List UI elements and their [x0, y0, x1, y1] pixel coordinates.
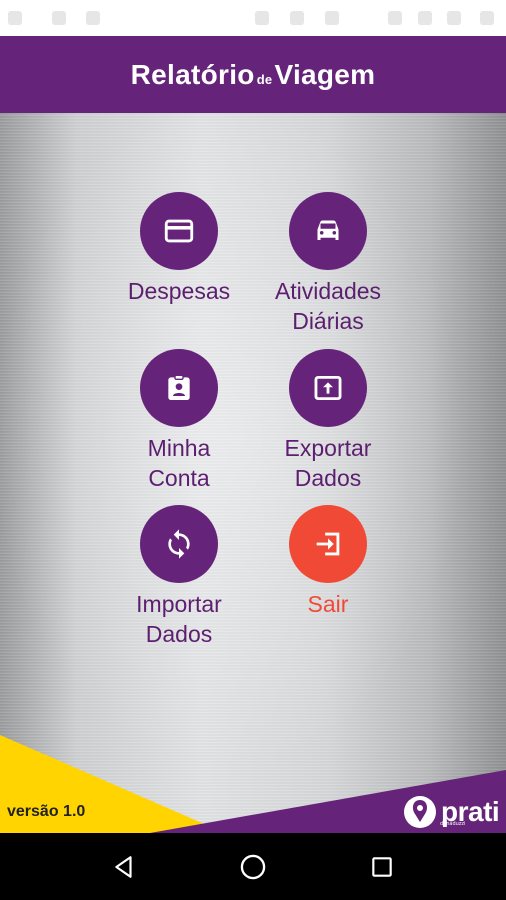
- vibrate-icon: [255, 11, 269, 25]
- signal-icon: [388, 11, 402, 25]
- atividades-diarias-button[interactable]: Atividades Diárias: [248, 192, 408, 336]
- exportar-dados-button[interactable]: Exportar Dados: [248, 349, 408, 493]
- navigation-bar: [0, 833, 506, 900]
- clock-icon: [480, 11, 494, 25]
- logo-subtext: donaduzzi: [440, 821, 466, 827]
- id-badge-icon: [140, 349, 218, 427]
- car-icon: [289, 192, 367, 270]
- signal-icon: [418, 11, 432, 25]
- home-icon[interactable]: [236, 850, 270, 884]
- battery-icon: [447, 11, 461, 25]
- main-menu-area: Despesas Atividades Diárias Minha Conta …: [0, 113, 506, 833]
- minha-conta-button[interactable]: Minha Conta: [99, 349, 259, 493]
- version-label: versão 1.0: [7, 803, 86, 820]
- notification-icon: [86, 11, 100, 25]
- minha-conta-label: Minha Conta: [147, 435, 211, 491]
- importar-dados-label: Importar Dados: [136, 591, 222, 647]
- wifi-icon: [325, 11, 339, 25]
- app-title-left: Relatório: [130, 58, 255, 90]
- back-icon[interactable]: [107, 850, 141, 884]
- prati-logo: prati donaduzzi: [402, 794, 500, 830]
- despesas-button[interactable]: Despesas: [99, 192, 259, 306]
- recents-icon[interactable]: [365, 850, 399, 884]
- sair-label: Sair: [307, 591, 349, 617]
- notification-icon: [8, 11, 22, 25]
- exit-icon: [289, 505, 367, 583]
- credit-card-icon: [140, 192, 218, 270]
- sync-icon: [140, 505, 218, 583]
- app-header: Relatório de Viagem: [0, 36, 506, 113]
- exportar-dados-label: Exportar Dados: [284, 435, 372, 491]
- notification-icon: [52, 11, 66, 25]
- alarm-icon: [290, 11, 304, 25]
- logo-icon: [404, 796, 436, 828]
- status-bar: [0, 0, 506, 36]
- upload-icon: [289, 349, 367, 427]
- app-title-right: Viagem: [274, 58, 376, 90]
- despesas-label: Despesas: [127, 278, 231, 304]
- app-title-connector: de: [256, 71, 273, 87]
- app-title: Relatório de Viagem: [131, 59, 376, 91]
- atividades-diarias-label: Atividades Diárias: [274, 278, 382, 334]
- importar-dados-button[interactable]: Importar Dados: [99, 505, 259, 649]
- sair-button[interactable]: Sair: [248, 505, 408, 619]
